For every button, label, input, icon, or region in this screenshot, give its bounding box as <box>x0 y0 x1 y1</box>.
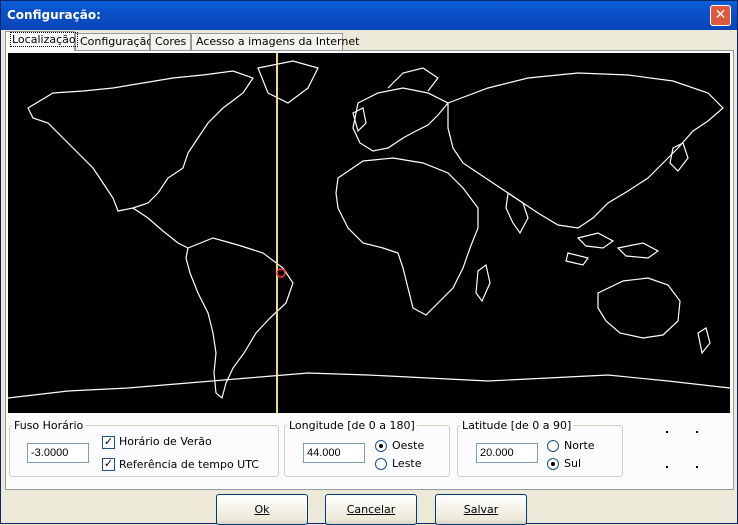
utc-label: Referência de tempo UTC <box>119 458 259 471</box>
ok-button[interactable]: Ok <box>216 494 308 525</box>
longitude-input[interactable] <box>303 443 365 463</box>
east-radio[interactable] <box>375 458 387 470</box>
south-label: Sul <box>564 457 582 470</box>
timezone-input[interactable] <box>27 443 89 463</box>
world-map-icon <box>8 53 730 413</box>
window-title: Configuração: <box>7 8 101 22</box>
dst-label: Horário de Verão <box>119 435 212 448</box>
world-map[interactable] <box>8 53 730 413</box>
tab-internet-images[interactable]: Acesso a imagens da Internet <box>191 33 359 50</box>
east-label: Leste <box>392 457 422 470</box>
config-window: Configuração: ✕ Localização Configuração… <box>0 0 738 525</box>
south-radio[interactable] <box>547 458 559 470</box>
close-icon[interactable]: ✕ <box>710 5 731 26</box>
latitude-legend: Latitude [de 0 a 90] <box>462 419 572 432</box>
save-label: Salvar <box>463 503 499 516</box>
cancel-button[interactable]: Cancelar <box>325 494 417 525</box>
utc-checkbox[interactable]: ✓ <box>102 458 115 471</box>
timezone-legend: Fuso Horário <box>14 419 84 432</box>
north-radio[interactable] <box>547 440 559 452</box>
west-radio[interactable] <box>375 440 387 452</box>
title-bar[interactable]: Configuração: ✕ <box>1 1 737 30</box>
ok-label: Ok <box>254 503 270 516</box>
dst-checkbox[interactable]: ✓ <box>102 436 115 449</box>
longitude-legend: Longitude [de 0 a 180] <box>289 419 415 432</box>
decor-dot <box>666 431 668 433</box>
decor-dot <box>666 466 668 468</box>
decor-dot <box>696 431 698 433</box>
decor-dot <box>696 466 698 468</box>
north-label: Norte <box>564 439 595 452</box>
cancel-label: Cancelar <box>346 503 396 516</box>
tab-label: Localização <box>10 32 78 47</box>
tab-cores[interactable]: Cores <box>150 33 191 50</box>
save-button[interactable]: Salvar <box>435 494 527 525</box>
tab-localizacao[interactable]: Localização <box>5 31 78 51</box>
latitude-input[interactable] <box>476 443 538 463</box>
tab-configuracao[interactable]: Configuração <box>75 33 153 50</box>
west-label: Oeste <box>392 439 425 452</box>
